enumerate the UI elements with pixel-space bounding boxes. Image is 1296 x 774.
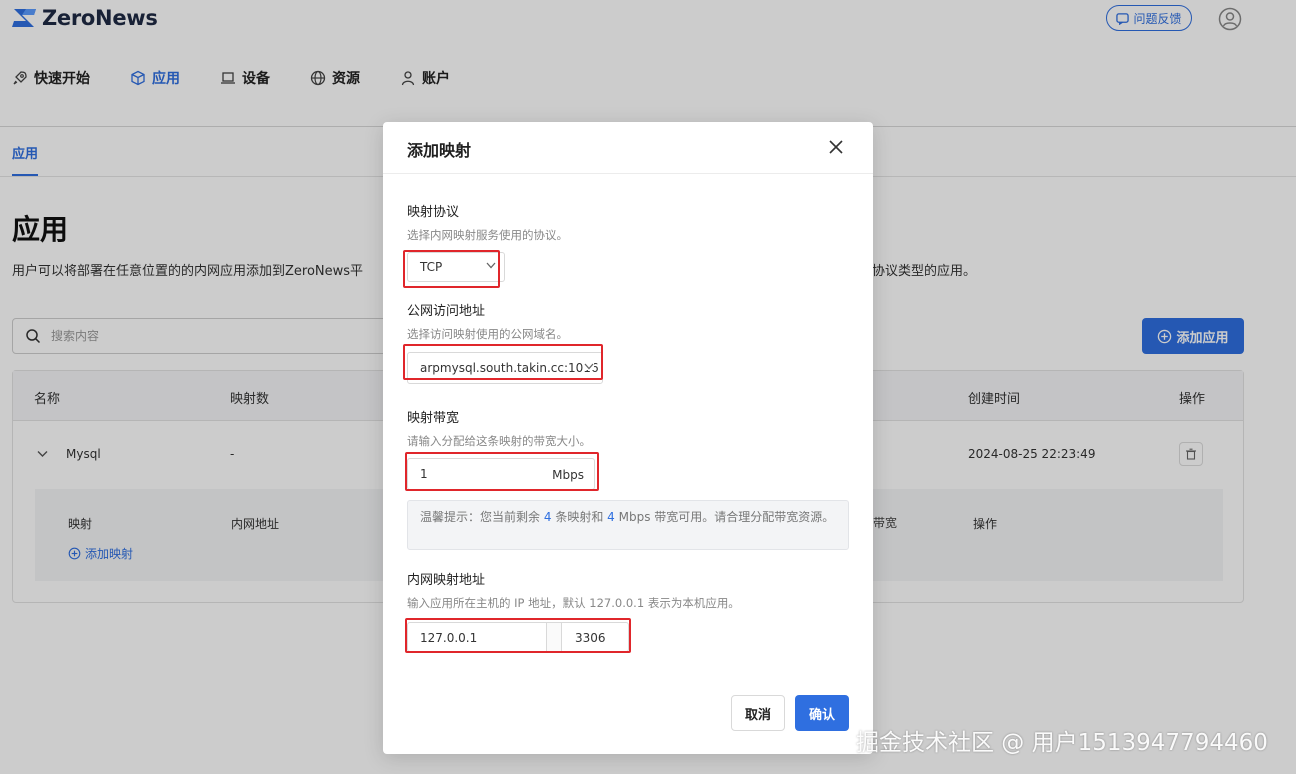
- domain-label: 公网访问地址: [407, 304, 486, 319]
- ip-input[interactable]: 127.0.0.1: [420, 631, 477, 645]
- tip-bandwidth-left: 4: [607, 510, 615, 524]
- protocol-value: TCP: [420, 260, 443, 274]
- quota-tip: 温馨提示：您当前剩余 4 条映射和 4 Mbps 带宽可用。请合理分配带宽资源。: [407, 500, 849, 550]
- tip-suffix: Mbps 带宽可用。请合理分配带宽资源。: [618, 510, 835, 524]
- ip-port-separator: [546, 623, 562, 651]
- port-input[interactable]: 3306: [575, 631, 606, 645]
- bandwidth-column-header-fragment: 带宽: [873, 516, 898, 530]
- bandwidth-unit: Mbps: [552, 468, 584, 482]
- confirm-button[interactable]: 确认: [795, 695, 849, 731]
- tip-middle: 条映射和: [555, 510, 604, 524]
- close-icon[interactable]: [827, 138, 845, 156]
- tip-prefix: 温馨提示：您当前剩余: [420, 510, 541, 524]
- domain-select[interactable]: arpmysql.south.takin.cc:1016: [407, 352, 603, 384]
- protocol-hint: 选择内网映射服务使用的协议。: [407, 228, 568, 242]
- protocol-label: 映射协议: [407, 205, 460, 220]
- domain-value: arpmysql.south.takin.cc:1016: [420, 361, 599, 375]
- internal-address-hint: 输入应用所在主机的 IP 地址，默认 127.0.0.1 表示为本机应用。: [407, 596, 740, 610]
- watermark: 掘金技术社区 @ 用户1513947794460: [856, 730, 1268, 756]
- protocol-select[interactable]: TCP: [407, 252, 505, 282]
- dialog-title: 添加映射: [407, 141, 472, 160]
- cancel-button[interactable]: 取消: [731, 695, 785, 731]
- chevron-down-icon: [486, 262, 496, 269]
- bandwidth-hint: 请输入分配给这条映射的带宽大小。: [407, 434, 591, 448]
- internal-address-label: 内网映射地址: [407, 573, 486, 588]
- domain-hint: 选择访问映射使用的公网域名。: [407, 327, 568, 341]
- bandwidth-input[interactable]: 1 Mbps: [407, 458, 595, 490]
- internal-address-group: 127.0.0.1 3306: [407, 622, 629, 652]
- tip-mappings-left: 4: [543, 510, 552, 524]
- add-mapping-dialog: 添加映射 映射协议 选择内网映射服务使用的协议。 TCP 公网访问地址 选择访问…: [383, 122, 873, 754]
- chevron-down-icon: [584, 363, 594, 370]
- bandwidth-label: 映射带宽: [407, 411, 460, 426]
- bandwidth-value: 1: [420, 467, 428, 481]
- dialog-header: 添加映射: [383, 122, 873, 174]
